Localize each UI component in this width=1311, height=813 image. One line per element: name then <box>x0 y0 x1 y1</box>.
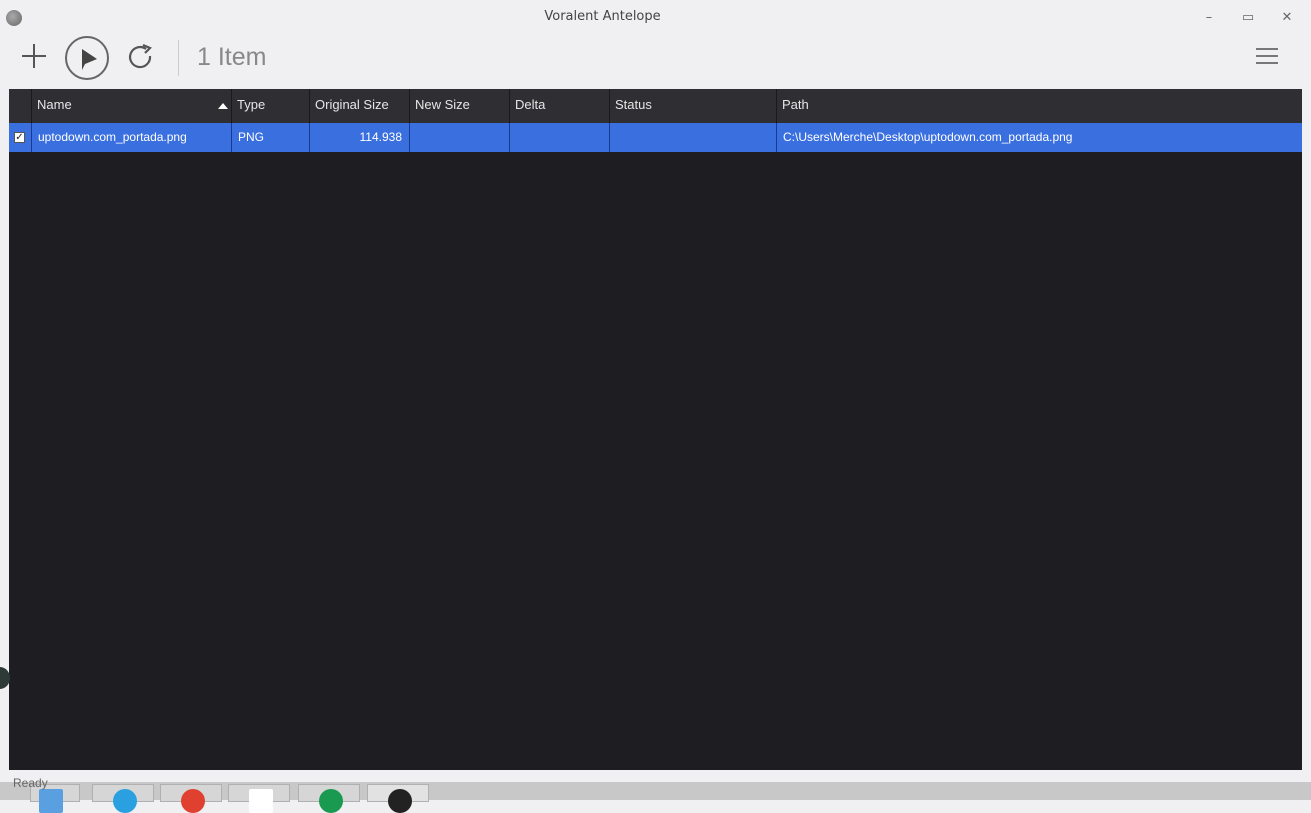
column-header-delta[interactable]: Delta <box>509 89 609 123</box>
antelope-icon <box>388 789 412 813</box>
hamburger-menu-icon[interactable] <box>1256 48 1278 66</box>
cell-path: C:\Users\Merche\Desktop\uptodown.com_por… <box>776 123 1302 152</box>
taskbar-item-app2[interactable] <box>228 784 290 813</box>
column-header-status[interactable]: Status <box>609 89 776 123</box>
refresh-icon <box>129 43 152 69</box>
item-count: 1 Item <box>197 43 267 71</box>
window-title: Voralent Antelope <box>544 9 661 24</box>
maximize-button[interactable]: ▭ <box>1238 10 1258 28</box>
minimize-button[interactable]: – <box>1199 10 1219 28</box>
app-icon <box>113 789 137 813</box>
cell-status <box>609 123 776 152</box>
column-label: Name <box>37 97 72 112</box>
plus-icon <box>22 44 46 68</box>
table-row[interactable]: ✓ uptodown.com_portada.png PNG 114.938 C… <box>9 123 1302 152</box>
cell-new-size <box>409 123 509 152</box>
taskbar-item-app3[interactable] <box>298 784 360 813</box>
title-bar: Voralent Antelope – ▭ ✕ <box>0 0 1311 36</box>
toolbar: 1 Item <box>0 36 1311 88</box>
cell-delta <box>509 123 609 152</box>
chrome-icon <box>181 789 205 813</box>
taskbar-item-antelope[interactable] <box>367 784 429 813</box>
taskbar <box>0 782 1311 813</box>
start-optimize-button[interactable] <box>65 36 109 80</box>
cell-original-size: 114.938 <box>309 123 409 152</box>
close-button[interactable]: ✕ <box>1277 10 1297 28</box>
column-header-original-size[interactable]: Original Size <box>309 89 409 123</box>
sort-ascending-icon <box>218 103 228 109</box>
taskbar-item-app[interactable] <box>92 784 154 813</box>
toolbar-separator <box>178 40 179 76</box>
row-checkbox[interactable]: ✓ <box>14 132 25 143</box>
explorer-icon <box>39 789 63 813</box>
cell-type: PNG <box>231 123 309 152</box>
status-text: Ready <box>13 776 48 790</box>
file-grid: Name Type Original Size New Size Delta S… <box>9 89 1302 770</box>
play-icon <box>82 49 97 70</box>
column-header-name[interactable]: Name <box>31 89 231 123</box>
apps-icon <box>249 789 273 813</box>
grid-header: Name Type Original Size New Size Delta S… <box>9 89 1302 123</box>
taskbar-item-chrome[interactable] <box>160 784 222 813</box>
refresh-button[interactable] <box>126 42 156 72</box>
add-files-button[interactable] <box>20 42 48 70</box>
column-header-path[interactable]: Path <box>776 89 1302 123</box>
cell-name: uptodown.com_portada.png <box>31 123 231 152</box>
column-header-type[interactable]: Type <box>231 89 309 123</box>
green-app-icon <box>319 789 343 813</box>
column-header-new-size[interactable]: New Size <box>409 89 509 123</box>
